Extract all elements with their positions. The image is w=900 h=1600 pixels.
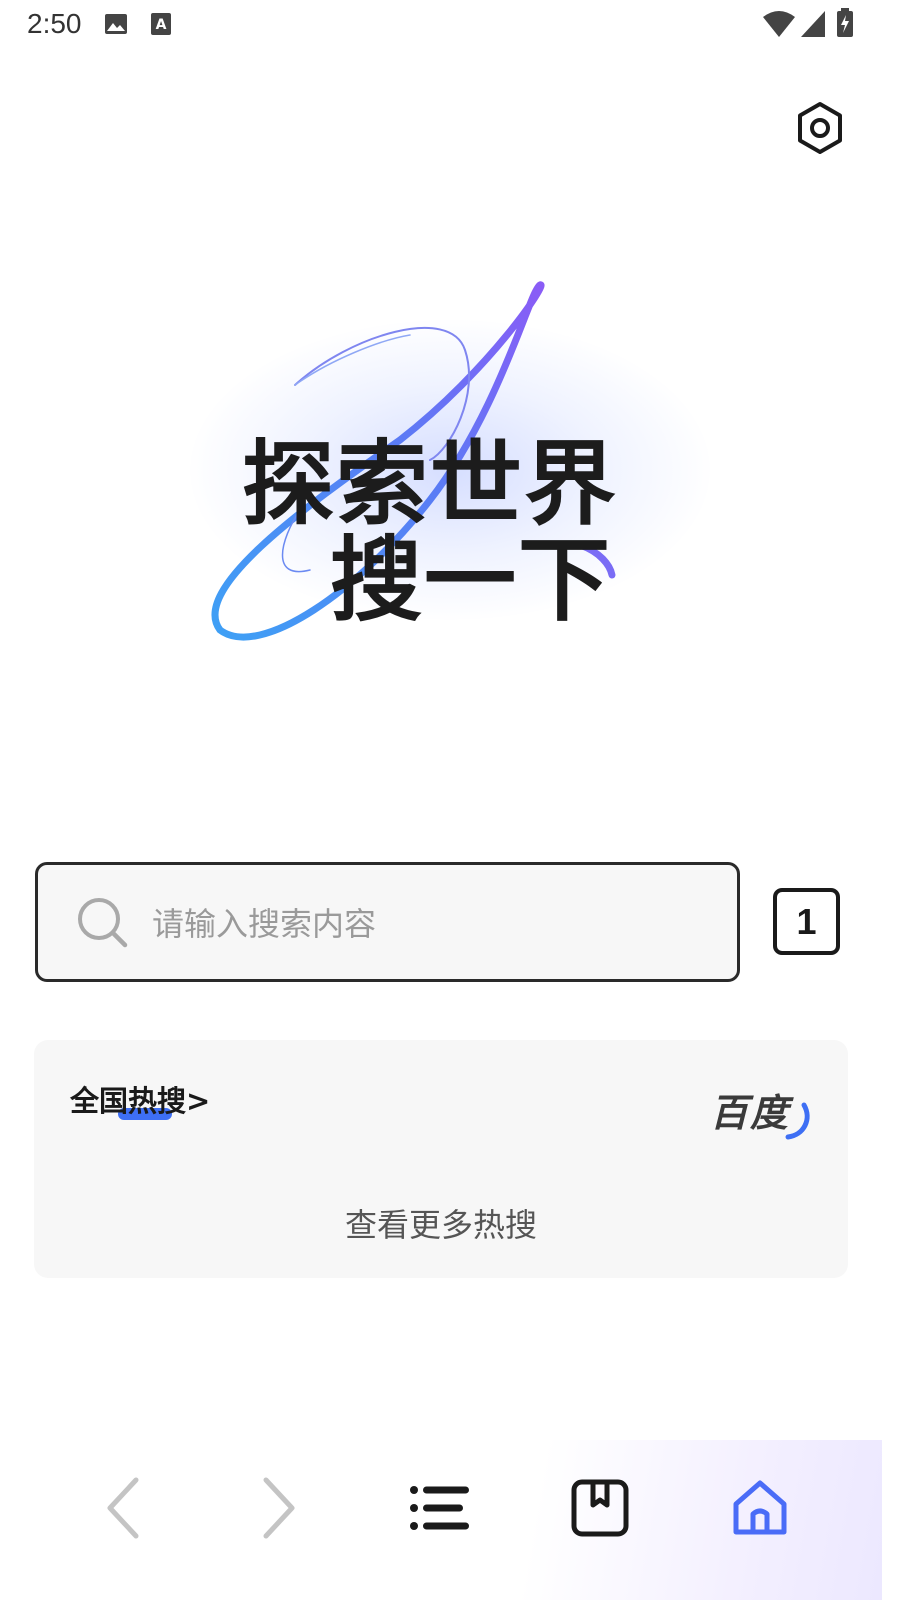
hot-search-card: 全国热搜> 百度 查看更多热搜 — [34, 1040, 848, 1278]
forward-icon — [263, 1477, 295, 1539]
baidu-logo-text: 百度 — [710, 1091, 791, 1135]
wifi-icon — [763, 11, 795, 37]
hero-line-2: 搜一下 — [330, 527, 613, 634]
menu-button[interactable] — [400, 1468, 480, 1548]
bookmark-icon — [571, 1479, 629, 1537]
svg-text:A: A — [156, 17, 167, 33]
hot-search-title: 全国热搜> — [70, 1084, 211, 1118]
hero-logo: 探索世界 搜一下 — [150, 260, 750, 680]
status-time: 2:50 — [27, 8, 82, 39]
hot-search-title-link[interactable]: 全国热搜> — [70, 1078, 210, 1120]
search-input[interactable]: 请输入搜索内容 — [35, 862, 740, 982]
home-button[interactable] — [720, 1468, 800, 1548]
hexagon-settings-icon — [798, 102, 842, 154]
signal-icon — [801, 11, 825, 37]
baidu-swoosh-icon — [785, 1102, 810, 1140]
forward-button[interactable] — [240, 1468, 320, 1548]
menu-icon — [410, 1486, 469, 1530]
text-a-icon: A — [151, 13, 171, 35]
back-icon — [107, 1477, 139, 1539]
bookmark-button[interactable] — [560, 1468, 640, 1548]
image-icon — [105, 14, 127, 34]
settings-button[interactable] — [790, 98, 850, 158]
tab-count-button[interactable]: 1 — [773, 888, 840, 955]
home-icon — [733, 1480, 787, 1535]
status-bar: 2:50 A — [0, 0, 900, 48]
bottom-nav — [0, 1440, 882, 1600]
search-icon — [78, 898, 128, 948]
back-button[interactable] — [82, 1468, 162, 1548]
baidu-logo: 百度 — [710, 1082, 812, 1140]
more-hot-search-link[interactable]: 查看更多热搜 — [34, 1200, 848, 1246]
search-placeholder: 请输入搜索内容 — [152, 905, 377, 943]
battery-charging-icon — [837, 8, 853, 37]
